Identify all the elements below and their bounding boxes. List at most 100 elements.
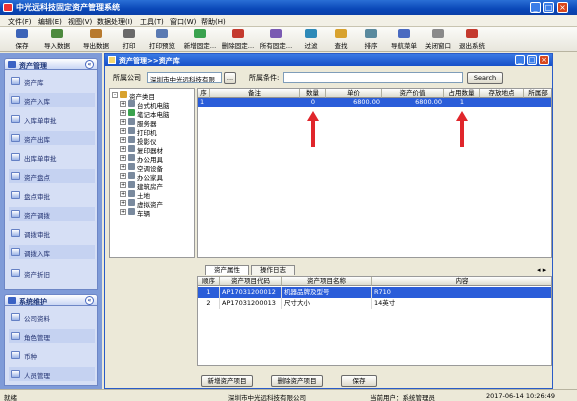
- sort-button[interactable]: 排序: [360, 29, 382, 50]
- table-row[interactable]: 2 AP17031200013 尺寸大小 14英寸: [198, 298, 551, 309]
- column-header[interactable]: 内容: [372, 277, 551, 286]
- minimize-button[interactable]: _: [530, 2, 541, 13]
- collapse-icon[interactable]: «: [85, 60, 94, 69]
- column-header[interactable]: 顺序: [198, 277, 220, 286]
- column-header[interactable]: 数量: [300, 89, 326, 98]
- system-section-body: 公司资料 角色管理 币种 人员管理: [4, 306, 98, 386]
- sidebar-item-inventory[interactable]: 资产盘点: [9, 169, 95, 183]
- sort-icon: [365, 29, 377, 38]
- company-picker-button[interactable]: ...: [224, 72, 236, 84]
- sidebar-item-currency[interactable]: 币种: [9, 348, 95, 362]
- doc-icon: [11, 77, 20, 85]
- status-ready: 就绪: [4, 394, 17, 401]
- tab-asset-properties[interactable]: 资产属性: [205, 265, 249, 275]
- import-button[interactable]: 导入数据: [40, 29, 74, 50]
- menu-data[interactable]: 数据处理(I): [97, 17, 133, 27]
- sidebar-item-depreciation[interactable]: 资产折旧: [9, 266, 95, 280]
- add-item-button[interactable]: 新增资产项目: [201, 375, 253, 387]
- column-header[interactable]: 资产价值: [382, 89, 444, 98]
- land-icon: [128, 190, 135, 197]
- child-close-button[interactable]: ×: [539, 55, 549, 65]
- column-header[interactable]: 占用数量: [444, 89, 480, 98]
- laptop-icon: [128, 109, 135, 116]
- doc-icon: [11, 269, 20, 277]
- asset-library-window: 资产管理>>资产库 _ □ × 所属公司 深圳市中光远科技有限 ... 所属条件…: [104, 53, 553, 389]
- menu-file[interactable]: 文件(F): [8, 17, 32, 27]
- menu-tools[interactable]: 工具(T): [140, 17, 164, 27]
- save-button[interactable]: 保存: [10, 29, 34, 50]
- toolbar: 保存 导入数据 导出数据 打印 打印预览 新增固定… 删除固定… 所有固定… 过…: [0, 27, 577, 52]
- child-maximize-button[interactable]: □: [527, 55, 537, 65]
- sidebar-item-in-approval[interactable]: 入库单审批: [9, 112, 95, 126]
- doc-icon: [11, 134, 20, 142]
- sidebar-item-transfer-approval[interactable]: 调拨审批: [9, 226, 95, 240]
- asset-section-header[interactable]: 资产管理 «: [4, 58, 98, 70]
- close-button[interactable]: ×: [557, 2, 568, 13]
- sidebar-item-roles[interactable]: 角色管理: [9, 329, 95, 343]
- company-label: 所属公司: [113, 74, 141, 82]
- sidebar-item-personnel[interactable]: 人员管理: [9, 367, 95, 381]
- exit-button[interactable]: 退出系统: [455, 29, 489, 50]
- list-icon: [270, 29, 282, 38]
- delete-asset-button[interactable]: 删除固定…: [220, 29, 256, 50]
- export-button[interactable]: 导出数据: [79, 29, 113, 50]
- status-company: 深圳市中光远科技有限公司: [228, 394, 306, 401]
- column-header[interactable]: 序: [198, 89, 210, 98]
- sidebar-item-out-approval[interactable]: 出库单审批: [9, 150, 95, 164]
- system-section-icon: [8, 297, 16, 304]
- find-button[interactable]: 查找: [330, 29, 352, 50]
- company-field[interactable]: 深圳市中光远科技有限: [147, 72, 222, 83]
- child-minimize-button[interactable]: _: [515, 55, 525, 65]
- all-assets-button[interactable]: 所有固定…: [258, 29, 294, 50]
- system-section-header[interactable]: 系统维护 «: [4, 294, 98, 306]
- menu-view[interactable]: 视图(V): [68, 17, 92, 27]
- column-header[interactable]: 所属部: [524, 89, 551, 98]
- column-header[interactable]: 备注: [210, 89, 300, 98]
- building-icon: [128, 181, 135, 188]
- menu-window[interactable]: 窗口(W): [170, 17, 196, 27]
- search-button[interactable]: Search: [467, 72, 503, 84]
- asset-section-icon: [8, 61, 16, 68]
- table-row[interactable]: 1 0 6800.00 6800.00 1: [198, 98, 551, 107]
- print-button[interactable]: 打印: [118, 29, 140, 50]
- doc-icon: [11, 332, 20, 340]
- print-preview-button[interactable]: 打印预览: [145, 29, 179, 50]
- sidebar-item-inventory-approval[interactable]: 盘点审批: [9, 188, 95, 202]
- save-item-button[interactable]: 保存: [341, 375, 377, 387]
- maximize-button[interactable]: □: [543, 2, 554, 13]
- collapse-icon[interactable]: -: [112, 92, 118, 98]
- table-row[interactable]: 1 AP17031200012 机器品牌及型号 R710: [198, 287, 551, 298]
- close-window-button[interactable]: 关闭窗口: [421, 29, 455, 50]
- menu-help[interactable]: 帮助(H): [201, 17, 226, 27]
- column-header[interactable]: 资产项目名称: [282, 277, 372, 286]
- nav-menu-button[interactable]: 导航菜单: [387, 29, 421, 50]
- furniture-icon: [128, 172, 135, 179]
- column-header[interactable]: 单价: [326, 89, 382, 98]
- sidebar-item-asset-out[interactable]: 资产出库: [9, 131, 95, 145]
- vehicle-icon: [128, 208, 135, 215]
- status-bar: 就绪 深圳市中光远科技有限公司 当前用户：系统管理员 2017-06-14 10…: [0, 389, 577, 401]
- sidebar-item-transfer[interactable]: 资产调拨: [9, 207, 95, 221]
- aircon-icon: [128, 163, 135, 170]
- annotation-arrow-quantity: [307, 111, 319, 147]
- sidebar-item-asset-in[interactable]: 资产入库: [9, 93, 95, 107]
- annotation-arrow-occupied: [456, 111, 468, 147]
- doc-icon: [11, 351, 20, 359]
- filter-button[interactable]: 过滤: [300, 29, 322, 50]
- column-header[interactable]: 资产项目代码: [220, 277, 282, 286]
- delete-item-button[interactable]: 删除资产项目: [271, 375, 323, 387]
- sidebar-item-transfer-in[interactable]: 调拨入库: [9, 245, 95, 259]
- doc-icon: [11, 115, 20, 123]
- doc-icon: [11, 210, 20, 218]
- tab-operation-log[interactable]: 操作日志: [251, 265, 295, 275]
- sidebar-item-company[interactable]: 公司资料: [9, 310, 95, 324]
- menu-edit[interactable]: 编辑(E): [38, 17, 62, 27]
- tab-scroll-arrows[interactable]: ◂ ▸: [537, 266, 546, 274]
- add-asset-button[interactable]: 新增固定…: [182, 29, 218, 50]
- column-header[interactable]: 存放地点: [480, 89, 524, 98]
- folder-icon: [108, 56, 116, 64]
- condition-input[interactable]: [283, 72, 463, 83]
- folder-icon: [120, 91, 127, 98]
- collapse-icon[interactable]: «: [85, 296, 94, 305]
- sidebar-item-asset-library[interactable]: 资产库: [9, 74, 95, 88]
